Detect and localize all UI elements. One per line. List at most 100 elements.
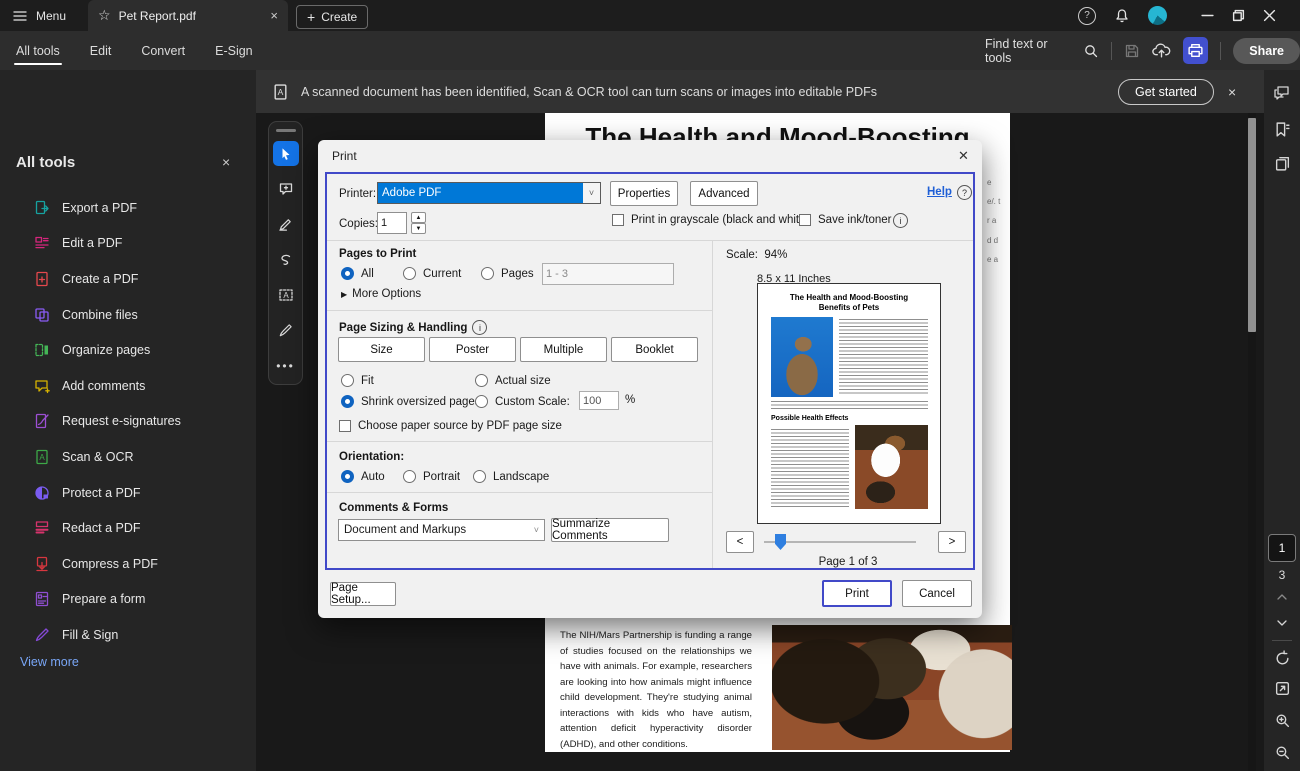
chevron-down-icon[interactable] — [1269, 610, 1295, 636]
print-button[interactable] — [1183, 37, 1208, 64]
sidebar-item[interactable]: Export a PDF — [0, 190, 256, 226]
sidebar-item[interactable]: Fill & Sign — [0, 617, 256, 653]
palette-drag-handle[interactable] — [276, 129, 296, 132]
fill-sign-tool-button[interactable] — [273, 318, 299, 343]
tab-convert[interactable]: Convert — [139, 31, 187, 70]
booklet-button[interactable]: Booklet — [611, 337, 698, 362]
orientation-portrait-option[interactable]: Portrait — [403, 470, 460, 483]
restore-icon[interactable] — [1232, 9, 1245, 22]
custom-scale-input[interactable]: 100 — [579, 391, 619, 410]
size-button[interactable]: Size — [338, 337, 425, 362]
star-icon[interactable]: ☆ — [98, 7, 111, 24]
help-question-icon[interactable]: ? — [957, 185, 972, 200]
summarize-comments-button[interactable]: Summarize Comments — [551, 518, 669, 542]
pages-radio[interactable] — [481, 267, 494, 280]
paper-source-option[interactable]: Choose paper source by PDF page size — [339, 420, 562, 432]
zoom-out-icon[interactable] — [1269, 739, 1295, 765]
scrollbar-thumb[interactable] — [1248, 118, 1256, 332]
multiple-button[interactable]: Multiple — [520, 337, 607, 362]
hamburger-icon[interactable]: Menu — [12, 8, 66, 24]
all-radio[interactable] — [341, 267, 354, 280]
fit-radio[interactable] — [341, 374, 354, 387]
more-tools-button[interactable]: ••• — [273, 354, 299, 379]
copies-stepper[interactable]: ▲ ▼ — [411, 212, 426, 234]
cloud-upload-icon[interactable] — [1152, 42, 1171, 59]
sidebar-item[interactable]: Organize pages — [0, 332, 256, 368]
sidebar-item[interactable]: Add comments — [0, 368, 256, 404]
sidebar-item[interactable]: Redact a PDF — [0, 510, 256, 546]
sidebar-close-icon[interactable]: × — [222, 154, 230, 170]
sidebar-item[interactable]: Edit a PDF — [0, 226, 256, 262]
shrink-option[interactable]: Shrink oversized pages — [341, 395, 481, 408]
fit-page-icon[interactable] — [1269, 675, 1295, 701]
current-radio[interactable] — [403, 267, 416, 280]
fit-option[interactable]: Fit — [341, 374, 374, 387]
more-options-toggle[interactable]: ▶ More Options — [341, 288, 421, 300]
paper-source-checkbox[interactable] — [339, 420, 351, 432]
shrink-radio[interactable] — [341, 395, 354, 408]
sidebar-item[interactable]: Protect a PDF — [0, 475, 256, 511]
save-ink-checkbox[interactable] — [799, 214, 811, 226]
grayscale-option[interactable]: Print in grayscale (black and white) — [612, 214, 809, 226]
preview-slider-handle[interactable] — [775, 534, 786, 550]
pages-range-option[interactable]: Pages — [481, 267, 534, 280]
preview-slider-track[interactable] — [764, 541, 916, 543]
zoom-in-icon[interactable] — [1269, 707, 1295, 733]
banner-close-icon[interactable]: × — [1228, 84, 1236, 100]
select-text-tool-button[interactable]: A — [273, 283, 299, 308]
current-page-indicator[interactable]: 1 — [1268, 534, 1296, 562]
rotate-icon[interactable] — [1269, 645, 1295, 671]
print-dialog-close-icon[interactable]: ✕ — [958, 148, 969, 164]
cancel-button[interactable]: Cancel — [902, 580, 972, 607]
custom-scale-radio[interactable] — [475, 395, 488, 408]
help-link[interactable]: Help — [927, 186, 952, 198]
comments-forms-select[interactable]: Document and Markups ˅ — [338, 519, 545, 541]
comments-panel-icon[interactable] — [1269, 80, 1295, 106]
tab-all-tools[interactable]: All tools — [14, 31, 62, 70]
page-setup-button[interactable]: Page Setup... — [330, 582, 396, 606]
actual-size-radio[interactable] — [475, 374, 488, 387]
select-tool-button[interactable] — [273, 141, 299, 166]
lasso-tool-button[interactable] — [273, 247, 299, 272]
view-more-link[interactable]: View more — [20, 655, 79, 669]
sidebar-item[interactable]: A Scan & OCR — [0, 439, 256, 475]
stepper-up-icon[interactable]: ▲ — [411, 212, 426, 223]
orientation-landscape-option[interactable]: Landscape — [473, 470, 549, 483]
tab-close-icon[interactable]: × — [270, 8, 278, 23]
get-started-button[interactable]: Get started — [1118, 79, 1214, 105]
share-button[interactable]: Share — [1233, 38, 1300, 64]
sidebar-item[interactable]: Request e-signatures — [0, 404, 256, 440]
sidebar-item[interactable]: Prepare a form — [0, 582, 256, 618]
save-ink-option[interactable]: Save ink/toner — [799, 214, 892, 226]
page-range-input[interactable]: 1 - 3 — [542, 263, 674, 285]
orientation-auto-option[interactable]: Auto — [341, 470, 385, 483]
advanced-button[interactable]: Advanced — [690, 181, 758, 206]
minimize-icon[interactable] — [1201, 9, 1214, 22]
custom-scale-option[interactable]: Custom Scale: — [475, 395, 570, 408]
pages-current-option[interactable]: Current — [403, 267, 461, 280]
actual-size-option[interactable]: Actual size — [475, 374, 551, 387]
find-text-label[interactable]: Find text or tools — [985, 37, 1071, 65]
sidebar-item[interactable]: Create a PDF — [0, 261, 256, 297]
preview-next-button[interactable]: > — [938, 531, 966, 553]
info-icon[interactable]: i — [893, 213, 908, 228]
copies-input[interactable]: 1 — [377, 212, 407, 234]
document-scrollbar[interactable] — [1248, 113, 1256, 771]
sidebar-item[interactable]: Compress a PDF — [0, 546, 256, 582]
sidebar-item[interactable]: Combine files — [0, 297, 256, 333]
help-icon[interactable]: ? — [1078, 7, 1096, 25]
grayscale-checkbox[interactable] — [612, 214, 624, 226]
bookmarks-icon[interactable] — [1269, 116, 1295, 142]
landscape-radio[interactable] — [473, 470, 486, 483]
portrait-radio[interactable] — [403, 470, 416, 483]
print-confirm-button[interactable]: Print — [822, 580, 892, 607]
preview-prev-button[interactable]: < — [726, 531, 754, 553]
poster-button[interactable]: Poster — [429, 337, 516, 362]
stepper-down-icon[interactable]: ▼ — [411, 223, 426, 234]
add-comment-tool-button[interactable] — [273, 176, 299, 201]
draw-tool-button[interactable] — [273, 212, 299, 237]
pages-all-option[interactable]: All — [341, 267, 374, 280]
search-icon[interactable] — [1083, 43, 1099, 59]
document-tab[interactable]: ☆ Pet Report.pdf × — [88, 0, 288, 31]
tab-edit[interactable]: Edit — [88, 31, 114, 70]
